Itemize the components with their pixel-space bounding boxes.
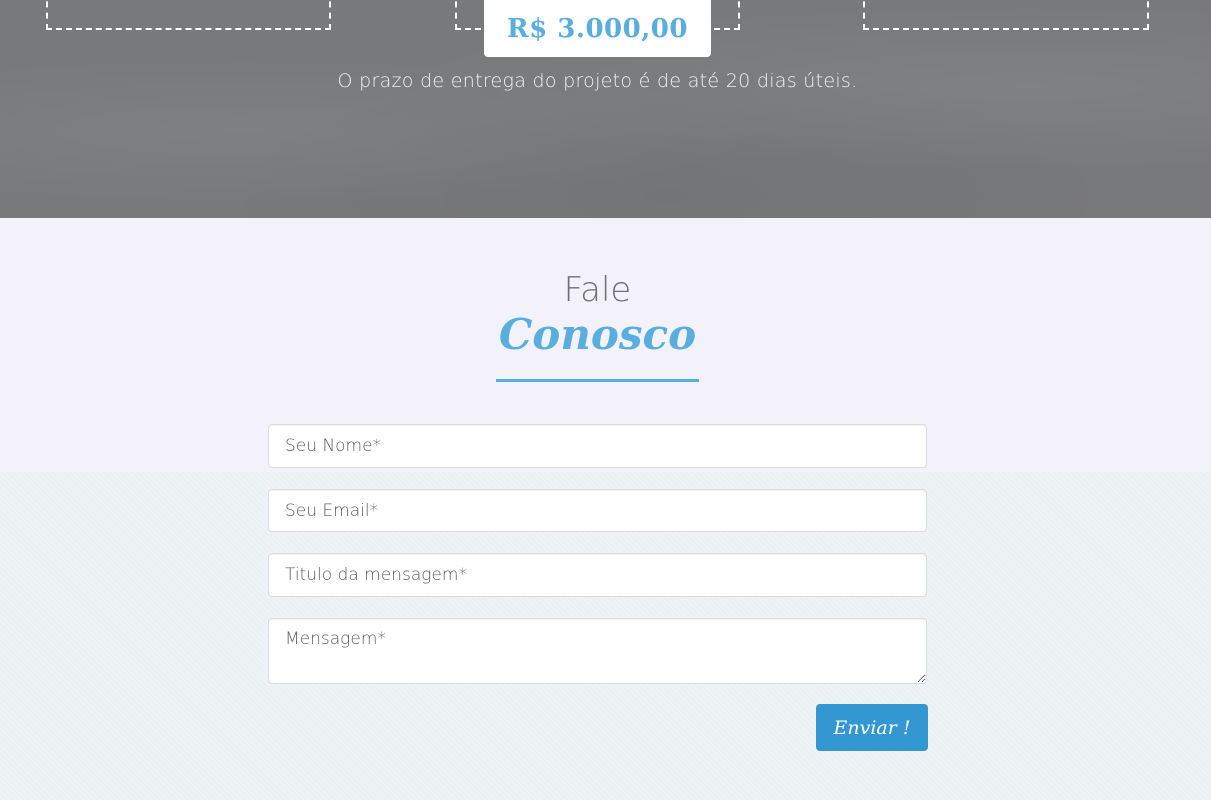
message-textarea[interactable] bbox=[268, 618, 927, 684]
contact-section: Fale Conosco Enviar ! bbox=[0, 218, 1211, 800]
contact-heading-conosco: Conosco bbox=[498, 310, 697, 359]
plan-card-left bbox=[46, 0, 331, 30]
plan-card-right bbox=[863, 0, 1149, 30]
page: R$ 3.000,00 O prazo de entrega do projet… bbox=[0, 0, 1211, 800]
heading-underline bbox=[496, 379, 699, 382]
price-tag: R$ 3.000,00 bbox=[484, 0, 711, 57]
send-button[interactable]: Enviar ! bbox=[816, 704, 928, 751]
message-title-input[interactable] bbox=[268, 553, 927, 597]
contact-heading-fale: Fale bbox=[563, 270, 632, 310]
delivery-note: O prazo de entrega do projeto é de até 2… bbox=[337, 70, 858, 92]
pricing-section: R$ 3.000,00 O prazo de entrega do projet… bbox=[0, 0, 1211, 218]
name-input[interactable] bbox=[268, 424, 927, 468]
email-input[interactable] bbox=[268, 489, 927, 532]
